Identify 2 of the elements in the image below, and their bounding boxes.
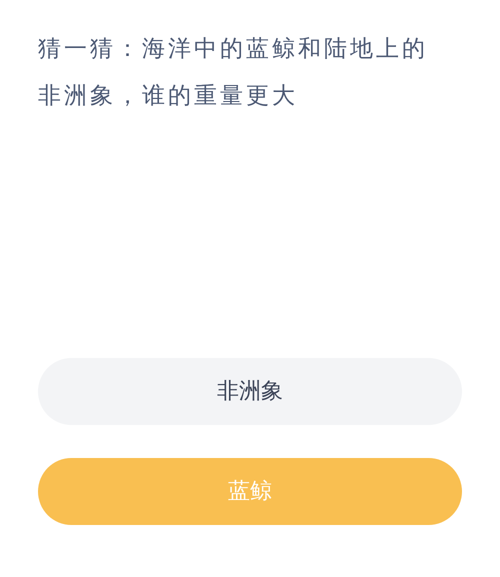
question-text: 猜一猜：海洋中的蓝鲸和陆地上的非洲象，谁的重量更大 [38, 35, 429, 111]
answer-option[interactable]: 非洲象 [38, 358, 462, 425]
